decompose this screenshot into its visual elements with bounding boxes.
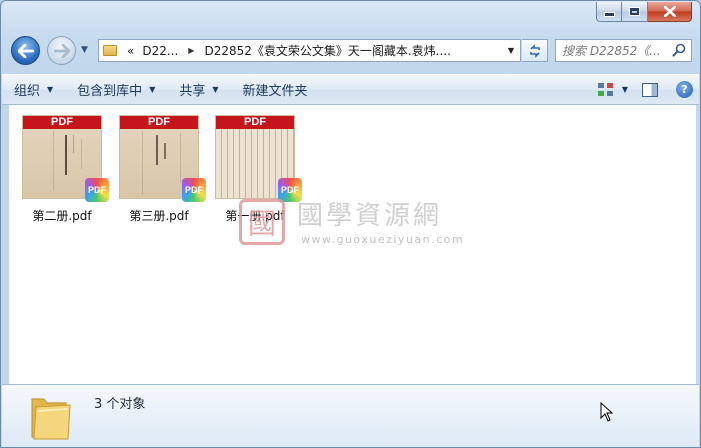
breadcrumb-part[interactable]: D22852《袁文荣公文集》天一阁藏本.袁炜.... [204,42,451,59]
new-folder-button[interactable]: 新建文件夹 [231,75,320,104]
watermark-url: www.guoxueziyuan.com [301,233,465,246]
search-placeholder: 搜索 D22852《... [562,44,661,58]
refresh-button[interactable] [522,39,548,62]
thumbnail-header: PDF [216,116,294,129]
minimize-button[interactable] [596,2,622,22]
close-icon [663,6,676,17]
arrow-left-icon [17,43,34,58]
new-folder-label: 新建文件夹 [242,84,308,99]
address-overflow[interactable]: « [127,44,134,58]
share-menu[interactable]: 共享 ▼ [167,75,230,104]
watermark-title: 國學資源網 [297,201,443,231]
chevron-right-icon[interactable]: ▶ [188,46,194,55]
thumbnail-header: PDF [120,116,198,129]
chevron-down-icon: ▼ [47,85,54,94]
pdf-thumbnail: PDF PDF [215,115,302,202]
mouse-cursor-icon [600,402,614,422]
file-item[interactable]: PDF PDF 第三册.pdf [114,113,206,229]
command-bar: 组织 ▼ 包含到库中 ▼ 共享 ▼ 新建文件夹 ▼ ? [2,74,699,105]
share-label: 共享 [179,84,206,99]
history-dropdown[interactable]: ▼ [81,45,91,55]
organize-label: 组织 [14,84,41,99]
file-name[interactable]: 第二册.pdf [32,207,91,224]
watermark-seal: 國 [239,199,285,245]
breadcrumb-part[interactable]: D22... [142,44,178,58]
file-list[interactable]: PDF PDF 第二册.pdf PDF PDF 第三册.pdf PDF PDF … [9,105,696,384]
minimize-icon [603,12,615,17]
include-library-label: 包含到库中 [77,84,143,99]
address-bar[interactable]: « D22... ▶ D22852《袁文荣公文集》天一阁藏本.袁炜.... ▼ [98,39,521,62]
file-name[interactable]: 第三册.pdf [129,207,188,224]
chevron-down-icon[interactable]: ▼ [508,46,514,55]
chevron-down-icon: ▼ [212,85,219,94]
back-button[interactable] [11,36,40,65]
preview-pane-icon[interactable] [642,82,658,97]
folder-icon [31,398,71,440]
pdf-thumbnail: PDF PDF [119,115,206,202]
chevron-down-icon[interactable]: ▼ [622,85,628,94]
explorer-window: ▼ « D22... ▶ D22852《袁文荣公文集》天一阁藏本.袁炜.... … [0,0,701,448]
details-pane: 3 个对象 [2,384,699,447]
help-icon[interactable]: ? [676,81,693,98]
file-item[interactable]: PDF PDF 第二册.pdf [17,113,109,229]
organize-menu[interactable]: 组织 ▼ [2,75,65,104]
navigation-bar: ▼ « D22... ▶ D22852《袁文荣公文集》天一阁藏本.袁炜.... … [1,31,700,67]
pdf-thumbnail: PDF PDF [22,115,109,202]
change-view-icon[interactable] [597,82,614,97]
refresh-icon [529,43,540,58]
arrow-right-icon [53,43,70,58]
forward-button[interactable] [47,36,76,65]
search-icon[interactable] [672,43,686,57]
caption-buttons [596,2,692,22]
folder-icon [103,45,117,56]
pdf-app-icon: PDF [182,178,206,202]
include-in-library-menu[interactable]: 包含到库中 ▼ [65,75,167,104]
chevron-down-icon: ▼ [149,85,156,94]
watermark: 國 國學資源網 www.guoxueziyuan.com [239,195,499,251]
pdf-app-icon: PDF [85,178,109,202]
toolbar-right: ▼ ? [597,75,693,104]
close-button[interactable] [648,2,692,22]
chevron-down-icon: ▼ [81,45,88,55]
maximize-button[interactable] [622,2,648,22]
search-input[interactable]: 搜索 D22852《... [555,39,692,62]
item-count: 3 个对象 [94,397,146,412]
maximize-icon [629,7,640,16]
thumbnail-header: PDF [23,116,101,129]
